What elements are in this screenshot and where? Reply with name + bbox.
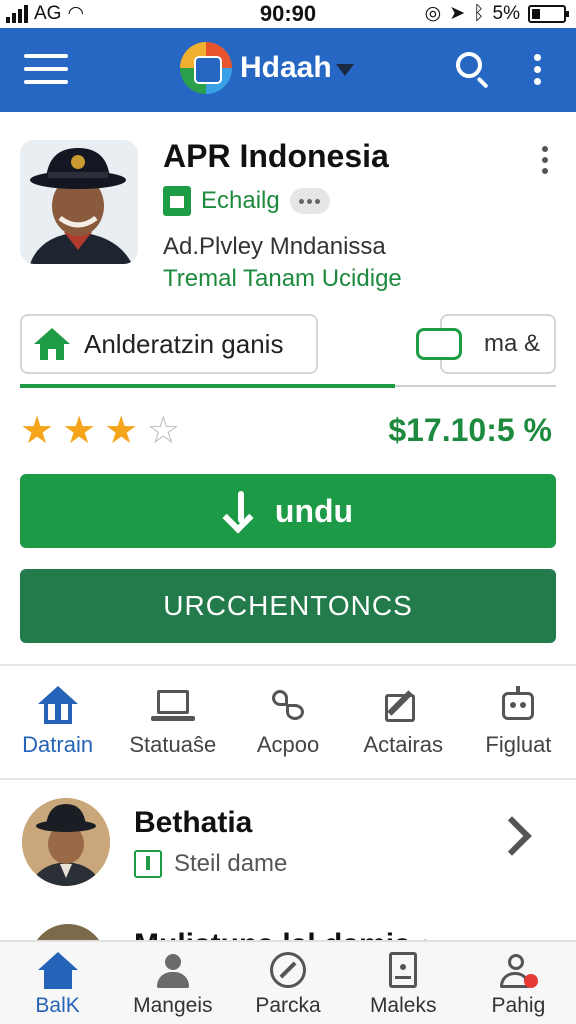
brand: Hdaah xyxy=(180,42,354,94)
app-more-icon[interactable] xyxy=(542,146,550,176)
developer-name[interactable]: Echailg xyxy=(201,187,280,215)
battery-icon xyxy=(528,4,569,23)
star-empty-icon: ☆ xyxy=(146,410,181,452)
list-item-subtitle-text: Steil dame xyxy=(174,850,288,877)
price-label: $17.10:5 % xyxy=(388,412,552,448)
category-chip[interactable]: Anlderatzin ganis xyxy=(20,314,318,374)
star-filled-icon: ★ xyxy=(20,410,55,452)
location-icon: ➤ xyxy=(449,3,466,24)
avatar xyxy=(22,798,110,886)
list-item-title: Bethatia xyxy=(134,806,253,839)
edit-icon xyxy=(381,686,425,726)
rating-stars: ★ ★ ★ ☆ xyxy=(20,412,180,450)
status-bar: AG ◠ 90:90 ◎ ➤ ᛒ 5% xyxy=(0,0,576,28)
home-icon xyxy=(37,952,78,990)
tab-actairas[interactable]: Actairas xyxy=(346,668,461,778)
category-chip-label: Anlderatzin ganis xyxy=(84,328,284,359)
alarm-icon: ◎ xyxy=(424,3,442,24)
menu-icon[interactable] xyxy=(24,54,68,86)
tab-label: Acpoo xyxy=(256,732,320,757)
brand-dropdown-icon[interactable] xyxy=(335,64,354,76)
home-icon xyxy=(34,328,70,360)
app-title: APR Indonesia xyxy=(163,138,389,174)
person-icon xyxy=(153,952,193,990)
tab-datrain[interactable]: Datrain xyxy=(0,668,115,778)
star-filled-icon: ★ xyxy=(62,410,97,452)
person-portrait-icon xyxy=(20,140,138,264)
profile-alert-icon xyxy=(498,952,539,990)
app-tagline: Tremal Tanam Ucidige xyxy=(163,265,402,292)
home-upload-icon xyxy=(36,686,80,726)
progress-fill xyxy=(20,384,396,388)
puzzle-icon xyxy=(266,686,310,726)
tab-statuase[interactable]: Statuaŝe xyxy=(115,668,230,778)
bluetooth-icon: ᛒ xyxy=(473,2,485,24)
robot-icon xyxy=(496,686,540,726)
secondary-chip-label: ma & xyxy=(483,330,540,357)
star-filled-icon: ★ xyxy=(104,410,139,452)
chevron-right-icon[interactable] xyxy=(492,816,532,856)
brand-logo-icon xyxy=(180,42,232,94)
developer-icon xyxy=(163,186,191,216)
tab-label: Datrain xyxy=(22,732,94,757)
list-item[interactable]: Bethatia Steil dame xyxy=(0,782,576,912)
bottom-nav: BalK Mangeis Parcka Maleks Pahig xyxy=(0,940,576,1024)
person-portrait-icon xyxy=(22,798,110,886)
ellipsis-icon[interactable] xyxy=(289,188,330,214)
nav-mangeis[interactable]: Mangeis xyxy=(115,942,230,1024)
nav-label: BalK xyxy=(35,994,80,1017)
download-status-icon xyxy=(134,850,162,878)
progress-bar xyxy=(20,384,556,388)
tab-acpoo[interactable]: Acpoo xyxy=(230,668,345,778)
app-avatar xyxy=(20,140,138,264)
category-tabs: Datrain Statuaŝe Acpoo Actairas Figluat xyxy=(0,668,576,778)
app-subtitle: Ad.Plvley Mndanissa xyxy=(163,233,386,260)
download-arrow-icon xyxy=(222,491,259,534)
secondary-button-label: URCCHENTONCS xyxy=(163,590,413,621)
nav-balk[interactable]: BalK xyxy=(0,942,115,1024)
tab-label: Statuaŝe xyxy=(129,732,217,757)
developer-row[interactable]: Echailg xyxy=(163,186,330,216)
laptop-icon xyxy=(150,686,195,726)
secondary-button[interactable]: URCCHENTONCS xyxy=(20,569,556,643)
document-icon xyxy=(383,952,423,990)
tab-label: Actairas xyxy=(363,732,443,757)
nav-maleks[interactable]: Maleks xyxy=(346,942,461,1024)
battery-percent: 5% xyxy=(492,2,520,24)
tab-figluat[interactable]: Figluat xyxy=(461,668,576,778)
toggle-icon[interactable] xyxy=(416,328,462,360)
nav-label: Mangeis xyxy=(133,994,213,1017)
nav-pahig[interactable]: Pahig xyxy=(461,942,576,1024)
nav-parcka[interactable]: Parcka xyxy=(230,942,345,1024)
divider xyxy=(0,778,576,780)
divider xyxy=(0,664,576,666)
list-item-subtitle: Steil dame xyxy=(134,850,287,878)
brand-name: Hdaah xyxy=(240,51,332,84)
nav-label: Maleks xyxy=(369,994,437,1017)
more-options-icon[interactable] xyxy=(534,54,544,88)
nav-label: Pahig xyxy=(491,994,546,1017)
app-bar: Hdaah xyxy=(0,28,576,112)
download-button[interactable]: undu xyxy=(20,474,556,548)
nav-label: Parcka xyxy=(255,994,321,1017)
compass-icon xyxy=(268,952,308,990)
download-button-label: undu xyxy=(274,492,354,529)
search-icon[interactable] xyxy=(456,52,492,89)
tab-label: Figluat xyxy=(485,732,552,757)
status-right: ◎ ➤ ᛒ 5% xyxy=(424,2,569,25)
